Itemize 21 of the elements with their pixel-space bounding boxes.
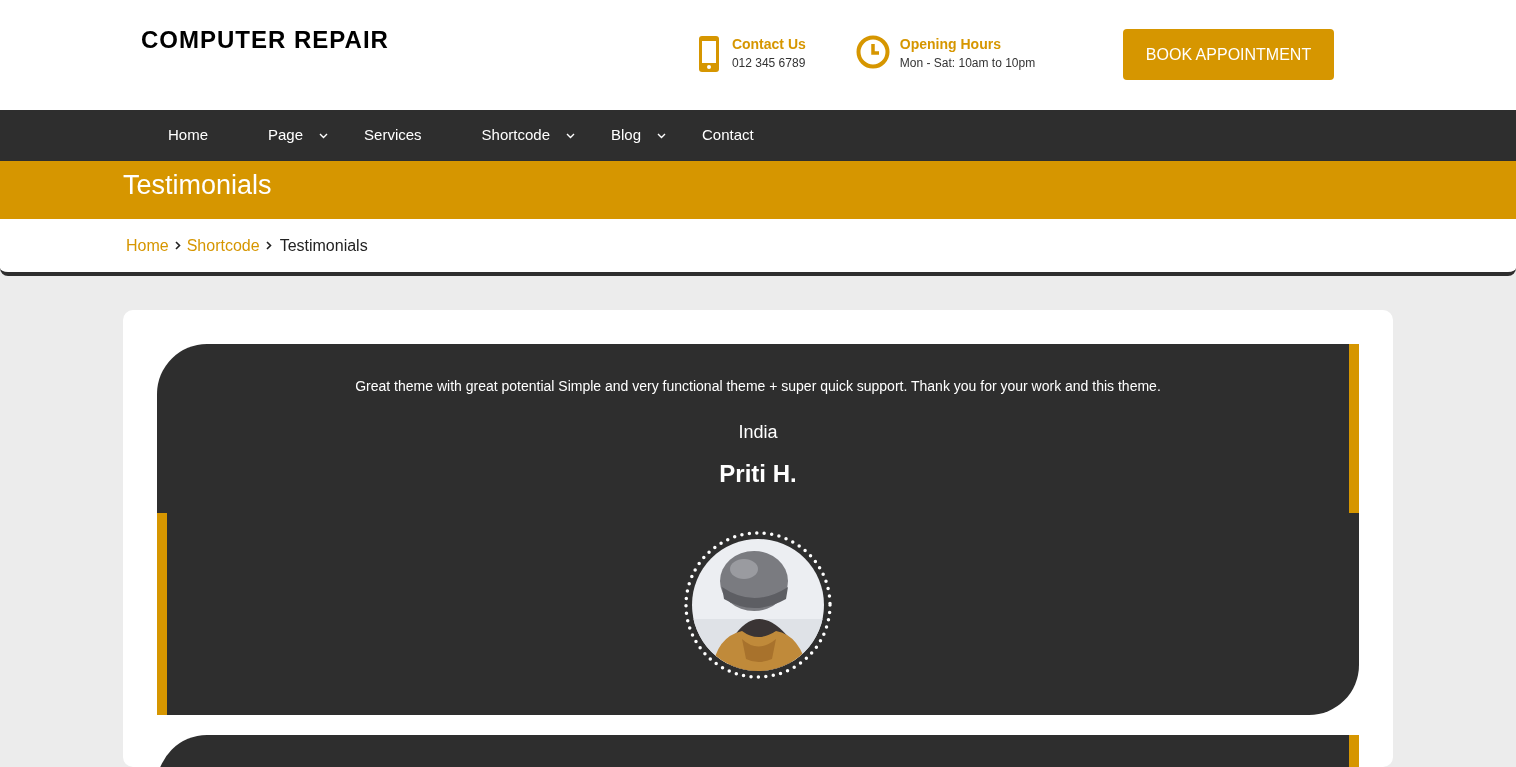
- nav-link[interactable]: Page: [268, 124, 329, 147]
- testimonial-author: Priti H.: [719, 459, 797, 489]
- clock-icon: [855, 35, 890, 69]
- nav-link[interactable]: Home: [168, 124, 232, 147]
- phone-icon: [696, 35, 721, 73]
- page-title: Testimonials: [123, 169, 273, 201]
- hours-text: Mon - Sat: 10am to 10pm: [899, 55, 1036, 72]
- chevron-right-icon: [174, 241, 181, 250]
- hours-title: Opening Hours: [899, 35, 1002, 53]
- nav-link[interactable]: Services: [364, 124, 446, 147]
- site-logo[interactable]: COMPUTER REPAIR: [141, 22, 389, 58]
- testimonial-quote: Great theme with great potential Simple and very functional theme + super quick support. Thank you for your work and this theme.: [355, 377, 1161, 396]
- contact-title: Contact Us: [731, 35, 806, 53]
- nav-link[interactable]: Contact: [702, 124, 778, 147]
- nav-link[interactable]: Blog: [611, 124, 666, 147]
- testimonial-location: India: [738, 421, 778, 444]
- contact-phone: 012 345 6789: [731, 55, 806, 72]
- dotted-ring-icon: [683, 530, 833, 680]
- chevron-right-icon: [265, 241, 272, 250]
- nav-link[interactable]: Shortcode: [481, 124, 575, 147]
- breadcrumb-current: Testimonials: [279, 235, 368, 256]
